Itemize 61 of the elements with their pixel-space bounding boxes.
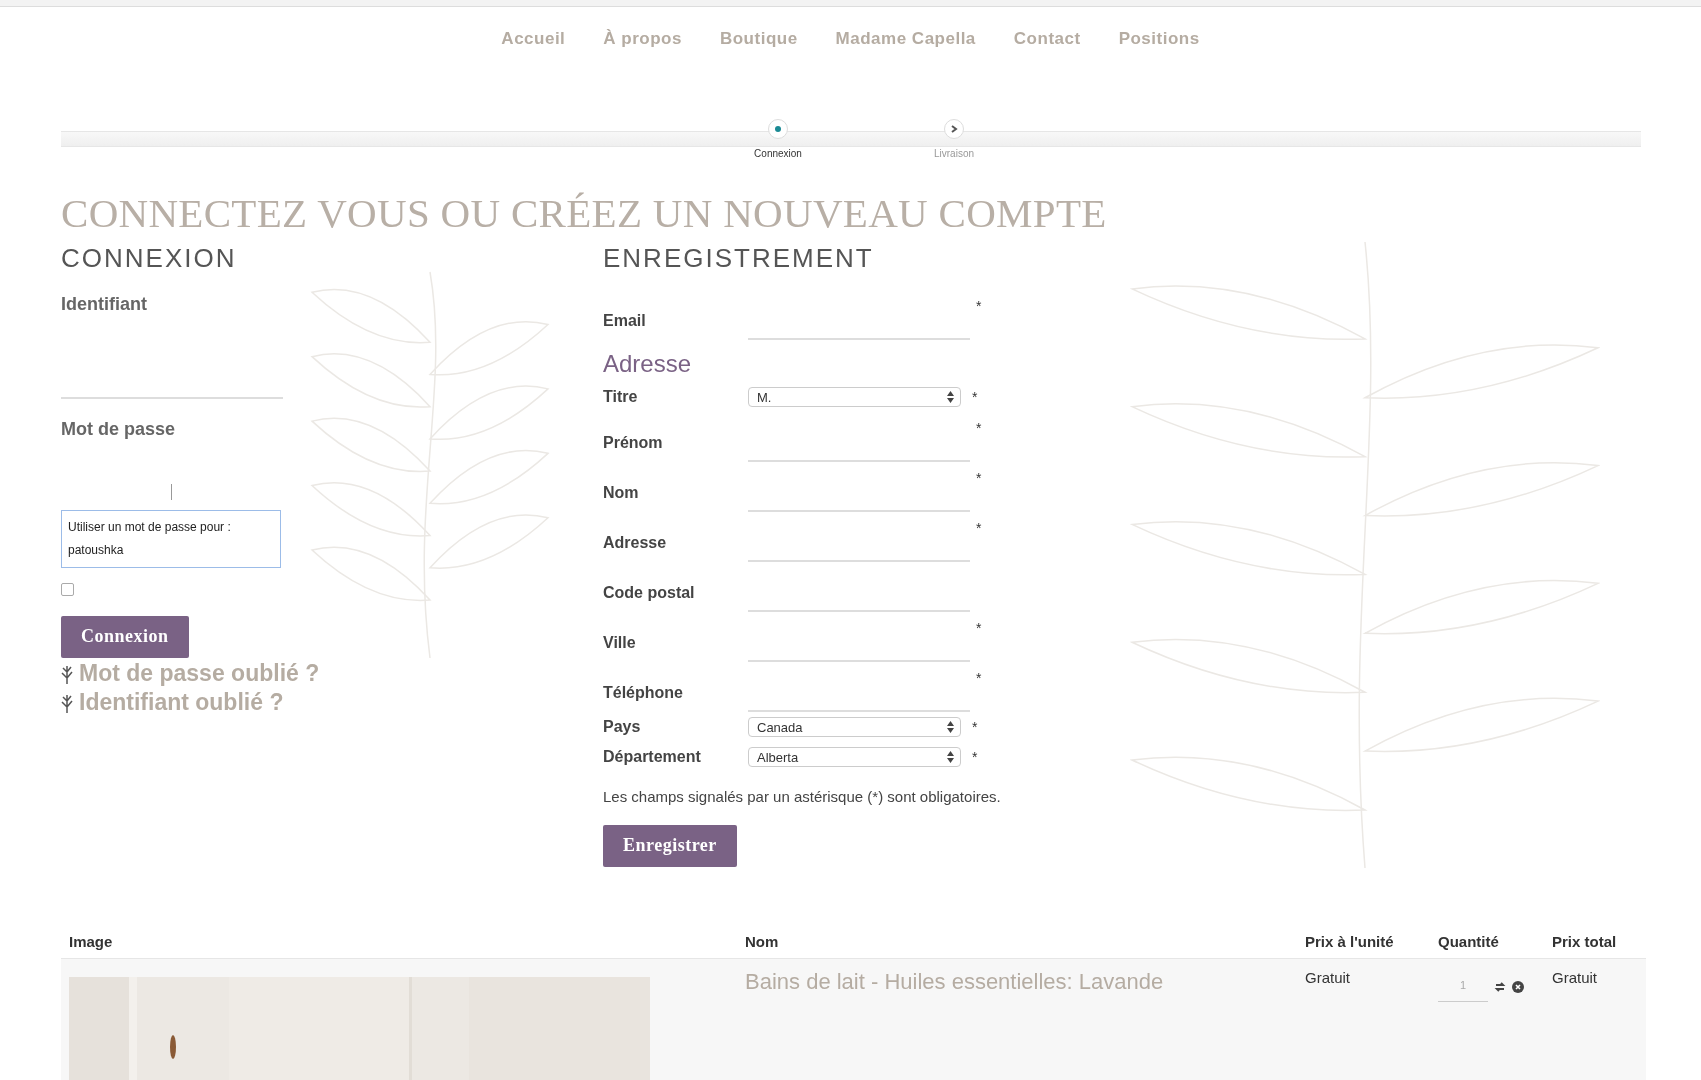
column-header: Image: [69, 933, 114, 950]
required-mark: *: [971, 719, 979, 735]
field-label: Identifiant: [61, 294, 148, 315]
refresh-icon[interactable]: [1494, 981, 1506, 993]
field-label: Prénom: [603, 434, 664, 453]
autocomplete-popup[interactable]: Utiliser un mot de passe pour : patoushka: [61, 510, 281, 568]
step-label: Connexion: [754, 148, 802, 159]
link[interactable]: Mot de passe oublié ?: [61, 660, 603, 687]
select-arrows-icon: [947, 391, 954, 403]
quantity-field[interactable]: 1: [1438, 969, 1488, 1002]
field-label: Département: [603, 748, 702, 766]
required-mark: *: [975, 297, 983, 314]
table-cell-text: Gratuit: [1552, 969, 1598, 988]
field-label: Mot de passe: [61, 419, 177, 440]
field-label: Code postal: [603, 584, 696, 603]
login-button[interactable]: Connexion: [61, 616, 189, 658]
field-label: Téléphone: [603, 684, 684, 703]
column-header: Quantité: [1438, 933, 1500, 950]
remove-icon[interactable]: [1512, 981, 1524, 993]
product-name[interactable]: Bains de lait - Huiles essentielles: Lavande: [745, 969, 1305, 1080]
required-mark: *: [971, 389, 979, 405]
checkbox[interactable]: [61, 583, 74, 596]
select-arrows-icon: [947, 721, 954, 733]
required-mark: *: [975, 419, 983, 436]
section-heading: Adresse: [603, 349, 693, 379]
field-label: Pays: [603, 718, 642, 736]
required-note: Les champs signalés par un astérisque (*) sont obligatoires.: [603, 788, 1002, 805]
step-indicator[interactable]: [944, 119, 964, 139]
field-label: Email: [603, 312, 647, 331]
nav-link[interactable]: À propos: [603, 29, 682, 69]
step-label: Livraison: [934, 148, 974, 159]
nav-link[interactable]: Positions: [1118, 29, 1200, 69]
section-heading: ENREGISTREMENT: [603, 243, 875, 274]
link[interactable]: Identifiant oublié ?: [61, 689, 603, 716]
select-field[interactable]: Canada: [748, 717, 961, 737]
required-mark: *: [975, 469, 983, 486]
required-mark: *: [975, 669, 983, 686]
register-button[interactable]: Enregistrer: [603, 825, 737, 867]
field-label: Nom: [603, 484, 640, 503]
column-header: Prix total: [1552, 933, 1618, 950]
table-cell-text: Gratuit: [1305, 969, 1351, 988]
field-label: Adresse: [603, 534, 668, 553]
nav-link[interactable]: Accueil: [501, 29, 566, 69]
required-mark: *: [975, 519, 983, 536]
required-mark: *: [971, 749, 979, 765]
sprig-icon: [61, 663, 73, 684]
section-heading: CONNEXION: [61, 243, 238, 274]
sprig-icon: [61, 692, 73, 713]
field-label: Ville: [603, 634, 637, 653]
select-arrows-icon: [947, 751, 954, 763]
column-header: Prix à l'unité: [1305, 933, 1395, 950]
nav-link[interactable]: Boutique: [719, 29, 798, 69]
page-title: CONNECTEZ VOUS OU CRÉEZ UN NOUVEAU COMPTE: [61, 189, 1108, 237]
nav-link[interactable]: Madame Capella: [835, 29, 976, 69]
field-label: Titre: [603, 388, 639, 406]
step-indicator[interactable]: [768, 119, 788, 139]
select-field[interactable]: Alberta: [748, 747, 961, 767]
column-header: Nom: [745, 933, 780, 950]
nav-link[interactable]: Contact: [1013, 29, 1081, 69]
required-mark: *: [975, 619, 983, 636]
select-field[interactable]: M.: [748, 387, 961, 407]
